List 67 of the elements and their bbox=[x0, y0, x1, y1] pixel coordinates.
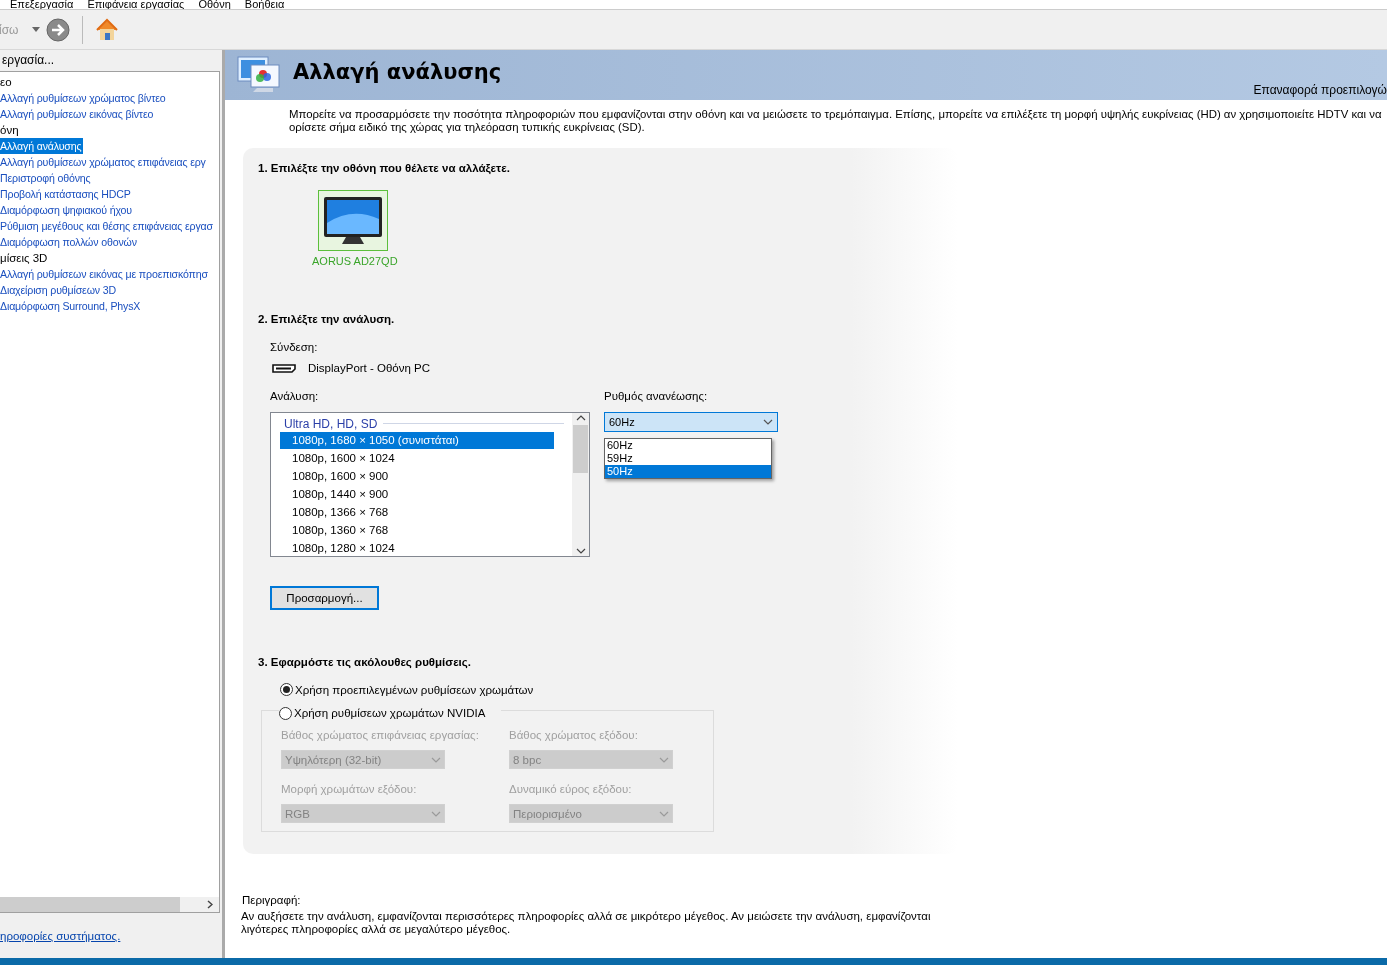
refresh-rate-dropdown[interactable]: 60Hz bbox=[604, 412, 778, 432]
displayport-icon bbox=[272, 363, 296, 373]
monitor-icon bbox=[322, 194, 384, 247]
display-name: AORUS AD27QD bbox=[312, 255, 399, 267]
dropdown-option[interactable]: 60Hz bbox=[605, 439, 771, 452]
radio-option[interactable]: Χρήση προεπιλεγμένων ρυθμίσεων χρωμάτων bbox=[280, 682, 534, 697]
connection-value: DisplayPort - Οθόνη PC bbox=[308, 362, 431, 374]
home-icon[interactable] bbox=[95, 17, 120, 42]
chevron-down-icon bbox=[659, 810, 669, 817]
display-settings-icon bbox=[237, 55, 283, 95]
tree-item[interactable]: Προβολή κατάστασης HDCP bbox=[0, 186, 133, 202]
resolution-list[interactable]: Ultra HD, HD, SD 1080p, 1680 × 1050 (συνιστάται) 1080p, 1600 × 1024 1080p, 1600 × 900 1080p, 1440 × 900 1080p, 1366 × 768 1080p, 1360 × 768 1080p, 1280 × 1024 bbox=[270, 412, 590, 557]
refresh-rate-label: Ρυθμός ανανέωσης: bbox=[604, 390, 709, 404]
tree-item[interactable]: Αλλαγή ρυθμίσεων εικόνας με προεπισκόπησ bbox=[0, 266, 210, 282]
resolution-label: Ανάλυση: bbox=[270, 390, 320, 404]
chevron-down-icon bbox=[763, 419, 773, 425]
tree-category[interactable]: μίσεις 3D bbox=[0, 250, 219, 266]
section-heading: 1. Επιλέξτε την οθόνη που θέλετε να αλλάξετε. bbox=[258, 162, 511, 176]
tree-item[interactable]: Αλλαγή ρυθμίσεων χρώματος επιφάνειας εργ bbox=[0, 154, 208, 170]
chevron-down-icon bbox=[575, 548, 586, 554]
customize-button[interactable]: Προσαρμογή... bbox=[270, 586, 379, 610]
tree-item[interactable]: Διαχείριση ρυθμίσεων 3D bbox=[0, 282, 118, 298]
resolution-item[interactable]: 1080p, 1600 × 900 bbox=[280, 468, 554, 485]
field-label: Δυναμικό εύρος εξόδου: bbox=[509, 783, 633, 797]
connection-label: Σύνδεση: bbox=[270, 341, 319, 355]
vertical-scrollbar[interactable] bbox=[572, 413, 589, 556]
horizontal-scrollbar[interactable] bbox=[0, 897, 219, 912]
tree-item[interactable]: Διαμόρφωση πολλών οθονών bbox=[0, 234, 139, 250]
chevron-down-icon bbox=[431, 756, 441, 763]
resolution-item[interactable]: 1080p, 1440 × 900 bbox=[280, 486, 554, 503]
group-header: Ultra HD, HD, SD bbox=[284, 416, 378, 431]
chevron-down-icon bbox=[431, 810, 441, 817]
resolution-item[interactable]: 1080p, 1360 × 768 bbox=[280, 522, 554, 539]
section-heading: 3. Εφαρμόστε τις ακόλουθες ρυθμίσεις. bbox=[258, 656, 472, 670]
tree-item[interactable]: Αλλαγή ρυθμίσεων χρώματος βίντεο bbox=[0, 90, 168, 106]
dropdown-option[interactable]: 50Hz bbox=[605, 465, 771, 478]
resolution-item[interactable]: 1080p, 1600 × 1024 bbox=[280, 450, 554, 467]
intro-text: Μπορείτε να προσαρμόσετε την ποσότητα πληροφοριών που εμφανίζονται στην οθόνη και να μειώσετε το τρεμόπαιγμα. Επίσης, μπορείτε να επιλέξετε τη μορφή υψηλής ευκρίνειας (HD) αν χρησιμοποιείτε HDTV και να bbox=[289, 108, 1383, 121]
resolution-item[interactable]: 1080p, 1280 × 1024 bbox=[280, 540, 554, 556]
page-title: Αλλαγή ανάλυσης bbox=[293, 60, 502, 84]
tree-category[interactable]: όνη bbox=[0, 122, 219, 138]
tree-item[interactable]: Περιστροφή οθόνης bbox=[0, 170, 93, 186]
tree-item[interactable]: Αλλαγή ανάλυσης bbox=[0, 138, 84, 154]
tree-item[interactable]: Αλλαγή ρυθμίσεων εικόνας βίντεο bbox=[0, 106, 156, 122]
field-label: Μορφή χρωμάτων εξόδου: bbox=[281, 783, 418, 797]
resolution-item[interactable]: 1080p, 1366 × 768 bbox=[280, 504, 554, 521]
dropdown-caret-icon[interactable] bbox=[32, 27, 41, 32]
field-label: Βάθος χρώματος επιφάνειας εργασίας: bbox=[281, 729, 480, 743]
intro-text: ορίσετε σήμα ειδικό της χώρας για τηλεόραση τυπικής ευκρίνειας (SD). bbox=[289, 121, 646, 134]
tree-category[interactable]: εο bbox=[0, 74, 219, 90]
display-tile[interactable] bbox=[318, 190, 388, 251]
dropdown-option[interactable]: 59Hz bbox=[605, 452, 771, 465]
field-label: Βάθος χρώματος εξόδου: bbox=[509, 729, 639, 743]
chevron-down-icon bbox=[659, 756, 669, 763]
description-label: Περιγραφή: bbox=[242, 894, 302, 906]
resolution-item[interactable]: 1080p, 1680 × 1050 (συνιστάται) bbox=[280, 432, 554, 449]
chevron-right-icon[interactable] bbox=[207, 900, 213, 909]
tree-item[interactable]: Ρύθμιση μεγέθους και θέσης επιφάνειας εργασ bbox=[0, 218, 215, 234]
system-info-link[interactable]: ηροφορίες συστήματος. bbox=[0, 929, 121, 942]
tree-item[interactable]: Διαμόρφωση Surround, PhysX bbox=[0, 298, 143, 314]
description-text: Αν αυξήσετε την ανάλυση, εμφανίζονται περισσότερες πληροφορίες αλλά σε μικρότερο μέγεθος. Αν μειώσετε την ανάλυση, εμφανίζονται λιγότερες πληροφορίες αλλά σε μεγαλύτερο μέγεθος. bbox=[241, 910, 932, 936]
restore-defaults-link[interactable]: Επαναφορά προεπιλογώ bbox=[1253, 83, 1387, 97]
chevron-up-icon bbox=[575, 415, 586, 421]
section-heading: 2. Επιλέξτε την ανάλυση. bbox=[258, 313, 396, 327]
radio-option[interactable]: Χρήση ρυθμίσεων χρωμάτων NVIDIA bbox=[279, 705, 486, 721]
tree-item[interactable]: Διαμόρφωση ψηφιακού ήχου bbox=[0, 202, 134, 218]
task-pane-title: εργασία... bbox=[1, 52, 56, 69]
